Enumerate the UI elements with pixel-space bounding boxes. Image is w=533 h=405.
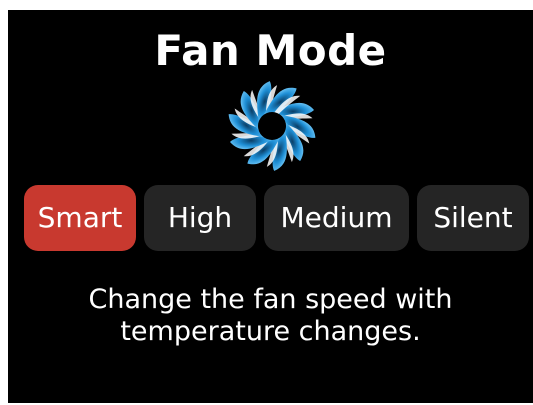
mode-high-button[interactable]: High xyxy=(144,185,256,251)
mode-description-line-1: Change the fan speed with xyxy=(88,284,453,315)
mode-description: Change the fan speed with temperature ch… xyxy=(28,284,513,348)
fan-mode-screen: Fan Mode Smart High Medium Silent Change… xyxy=(8,10,533,403)
fan-mode-selector: Smart High Medium Silent xyxy=(24,185,529,251)
mode-silent-button[interactable]: Silent xyxy=(417,185,529,251)
mode-smart-button[interactable]: Smart xyxy=(24,185,136,251)
page-title: Fan Mode xyxy=(154,26,387,75)
mode-description-line-2: temperature changes. xyxy=(120,316,421,347)
mode-medium-button[interactable]: Medium xyxy=(264,185,409,251)
fan-icon xyxy=(228,81,316,171)
